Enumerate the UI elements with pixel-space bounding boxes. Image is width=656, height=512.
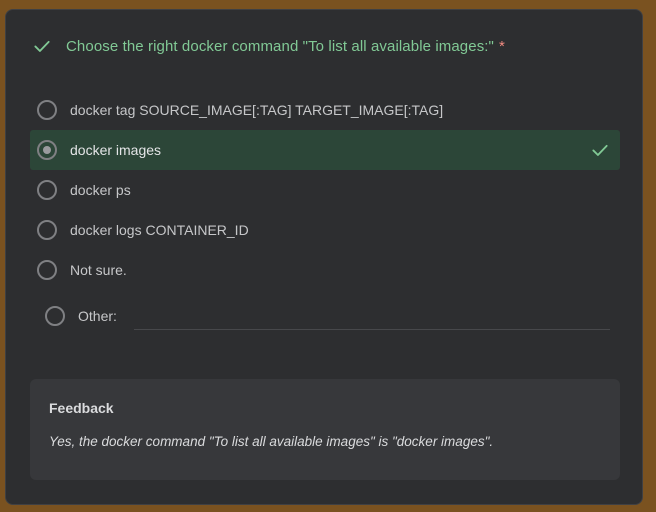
- options-list: docker tag SOURCE_IMAGE[:TAG] TARGET_IMA…: [30, 90, 620, 336]
- feedback-title: Feedback: [49, 400, 114, 416]
- other-label: Other:: [78, 308, 117, 324]
- other-text-input[interactable]: [134, 329, 610, 330]
- option-other[interactable]: Other:: [30, 296, 620, 336]
- radio-button[interactable]: [45, 306, 65, 326]
- question-card: Choose the right docker command "To list…: [5, 9, 643, 505]
- feedback-panel: Feedback Yes, the docker command "To lis…: [30, 379, 620, 480]
- radio-button[interactable]: [37, 220, 57, 240]
- feedback-text: Yes, the docker command "To list all ava…: [49, 434, 494, 449]
- option-docker-ps[interactable]: docker ps: [30, 170, 620, 210]
- option-label: docker images: [70, 142, 162, 158]
- option-label: Not sure.: [70, 262, 127, 278]
- radio-dot: [43, 146, 51, 154]
- option-docker-logs[interactable]: docker logs CONTAINER_ID: [30, 210, 620, 250]
- option-label: docker ps: [70, 182, 131, 198]
- check-icon: [34, 40, 50, 52]
- radio-button[interactable]: [37, 180, 57, 200]
- radio-button[interactable]: [37, 260, 57, 280]
- radio-button-selected[interactable]: [37, 140, 57, 160]
- option-label: docker tag SOURCE_IMAGE[:TAG] TARGET_IMA…: [70, 102, 444, 118]
- required-marker: *: [498, 37, 505, 55]
- option-not-sure[interactable]: Not sure.: [30, 250, 620, 290]
- question-title: Choose the right docker command "To list…: [66, 37, 494, 55]
- radio-button[interactable]: [37, 100, 57, 120]
- option-docker-images[interactable]: docker images: [30, 130, 620, 170]
- correct-check-icon: [592, 144, 608, 156]
- option-label: docker logs CONTAINER_ID: [70, 222, 249, 238]
- option-docker-tag[interactable]: docker tag SOURCE_IMAGE[:TAG] TARGET_IMA…: [30, 90, 620, 130]
- question-header: Choose the right docker command "To list…: [32, 34, 622, 58]
